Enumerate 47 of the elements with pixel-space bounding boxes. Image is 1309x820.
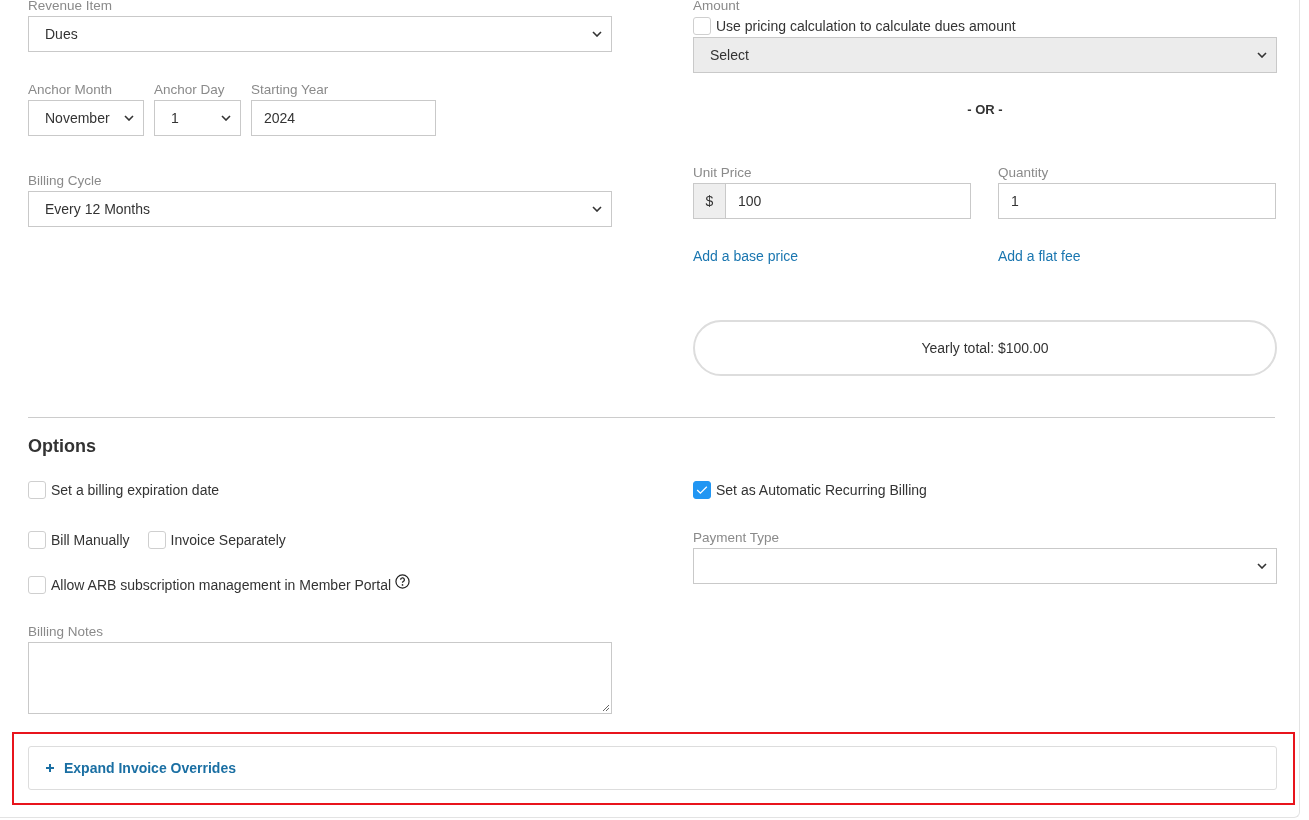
chevron-icon bbox=[221, 115, 231, 121]
field-label: Anchor Day bbox=[154, 82, 225, 98]
checkbox-label: Set as Automatic Recurring Billing bbox=[716, 482, 927, 498]
field-label: Amount bbox=[693, 0, 740, 14]
anchor-day-dropdown[interactable]: 1 bbox=[154, 100, 241, 136]
yearly-total: Yearly total: $100.00 bbox=[693, 320, 1277, 376]
field-label: Unit Price bbox=[693, 165, 752, 181]
checkbox-label: Bill Manually bbox=[51, 532, 130, 548]
checkbox[interactable] bbox=[693, 481, 711, 499]
field-label: Billing Notes bbox=[28, 624, 104, 640]
field-label: Revenue Item bbox=[28, 0, 113, 14]
checkbox-label: Set a billing expiration date bbox=[51, 482, 220, 498]
checkbox[interactable] bbox=[28, 481, 46, 499]
resize-grip-icon bbox=[602, 704, 610, 712]
field-label: Billing Cycle bbox=[28, 173, 102, 189]
help-icon[interactable] bbox=[395, 573, 411, 589]
checkbox-label: Invoice Separately bbox=[170, 532, 286, 548]
checkbox[interactable] bbox=[28, 531, 46, 549]
plus-icon bbox=[45, 763, 55, 773]
chevron-icon bbox=[1257, 563, 1267, 569]
currency-addon: $ bbox=[694, 184, 726, 218]
checkbox-label: Use pricing calculation to calculate dues amount bbox=[716, 18, 1016, 34]
field-label: Anchor Month bbox=[28, 82, 113, 98]
add-price-link[interactable]: Add a base price bbox=[693, 248, 971, 264]
chevron-icon bbox=[592, 31, 602, 37]
checkbox[interactable] bbox=[28, 576, 46, 594]
checkbox[interactable] bbox=[693, 17, 711, 35]
billing-notes-field[interactable] bbox=[28, 642, 612, 714]
or-separator: - OR - bbox=[967, 102, 1003, 117]
expand-overrides-button[interactable]: Expand Invoice Overrides bbox=[28, 746, 1277, 790]
payment-type-dropdown[interactable] bbox=[693, 548, 1277, 584]
section-heading: Options bbox=[28, 435, 97, 458]
revenue-item-dropdown[interactable]: Dues bbox=[28, 16, 612, 52]
add-price-link[interactable]: Add a flat fee bbox=[998, 248, 1276, 264]
field-label: Starting Year bbox=[251, 82, 329, 98]
field-label: Payment Type bbox=[693, 530, 780, 546]
checkbox[interactable] bbox=[147, 531, 166, 549]
chevron-icon bbox=[592, 206, 602, 212]
checkbox-label: Allow ARB subscription management in Member Portal bbox=[51, 577, 392, 593]
chevron-icon bbox=[124, 115, 134, 121]
unit-price-field[interactable]: $ 100 bbox=[693, 183, 971, 219]
quantity-field[interactable]: 1 bbox=[998, 183, 1276, 219]
field-label: Quantity bbox=[998, 165, 1049, 181]
starting-year-field[interactable]: 2024 bbox=[251, 100, 436, 136]
billing-cycle-dropdown[interactable]: Every 12 Months bbox=[28, 191, 612, 227]
chevron-icon bbox=[1257, 52, 1267, 58]
anchor-month-dropdown[interactable]: November bbox=[28, 100, 144, 136]
